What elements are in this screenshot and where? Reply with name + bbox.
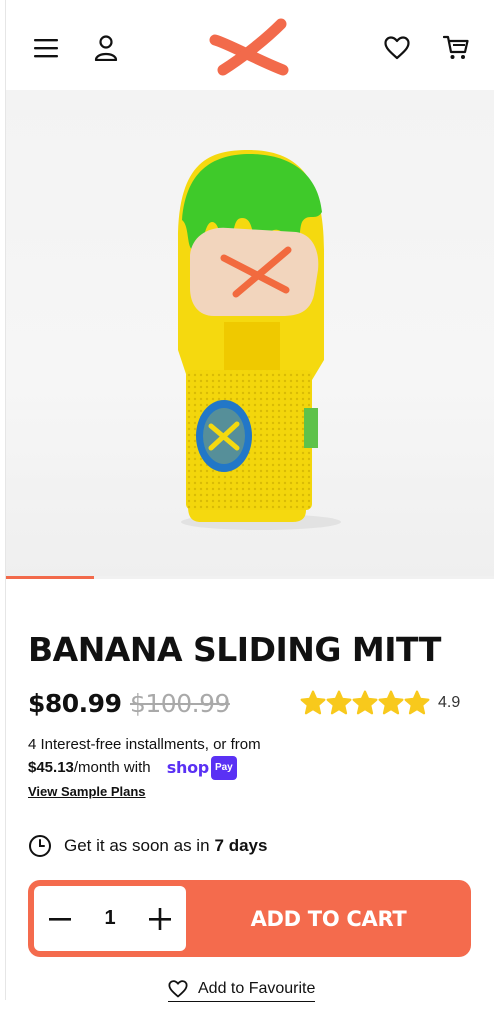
site-header bbox=[6, 0, 494, 90]
cart-button[interactable] bbox=[438, 30, 474, 66]
product-image[interactable] bbox=[6, 90, 494, 578]
star-icon bbox=[352, 690, 378, 715]
gallery-progress-fill bbox=[6, 576, 94, 579]
delivery-days: 7 days bbox=[214, 836, 268, 855]
account-button[interactable] bbox=[88, 30, 124, 66]
installment-amount: $45.13 bbox=[28, 758, 74, 776]
rating-stars bbox=[300, 690, 430, 716]
decrease-quantity-button[interactable] bbox=[48, 907, 72, 931]
heart-outline-icon bbox=[168, 980, 188, 998]
menu-icon bbox=[34, 39, 58, 58]
installments-suffix: /month with bbox=[73, 758, 151, 776]
add-to-favourite-label: Add to Favourite bbox=[198, 980, 316, 997]
star-icon bbox=[300, 690, 326, 715]
plus-icon bbox=[149, 907, 171, 930]
star-icon bbox=[378, 690, 404, 715]
quantity-stepper: 1 bbox=[34, 886, 186, 951]
compare-at-price: $100.99 bbox=[130, 689, 230, 718]
cart-icon bbox=[443, 35, 469, 59]
product-title: BANANA SLIDING MITT bbox=[28, 630, 441, 669]
account-icon bbox=[94, 35, 118, 61]
star-icon bbox=[326, 690, 352, 715]
view-sample-plans-link[interactable]: View Sample Plans bbox=[28, 784, 146, 799]
gallery-progress bbox=[6, 576, 494, 579]
delivery-text: Get it as soon as in bbox=[64, 836, 210, 855]
add-to-cart-bar: 1 ADD TO CART bbox=[28, 880, 471, 957]
product-rating[interactable]: 4.9 bbox=[300, 690, 460, 716]
installments-info: 4 Interest-free installments, or from $4… bbox=[28, 734, 328, 780]
delivery-estimate: Get it as soon as in 7 days bbox=[28, 834, 267, 858]
minus-icon bbox=[49, 917, 71, 921]
menu-button[interactable] bbox=[28, 30, 64, 66]
brand-logo-icon bbox=[209, 18, 289, 76]
product-price: $80.99 bbox=[28, 689, 122, 718]
shop-pay-logo: shop Pay bbox=[167, 756, 237, 780]
rating-value: 4.9 bbox=[438, 694, 461, 711]
brand-logo[interactable] bbox=[209, 14, 289, 80]
installments-text: 4 Interest-free installments, or from bbox=[28, 736, 261, 753]
add-to-favourite-link[interactable]: Add to Favourite bbox=[168, 980, 316, 1002]
add-to-cart-button[interactable]: ADD TO CART bbox=[186, 880, 471, 957]
wishlist-button[interactable] bbox=[379, 30, 415, 66]
shop-pay-badge: Pay bbox=[210, 756, 237, 780]
banana-mitt-illustration bbox=[178, 150, 341, 530]
quantity-value[interactable]: 1 bbox=[104, 907, 115, 930]
increase-quantity-button[interactable] bbox=[148, 907, 172, 931]
shop-pay-word: shop bbox=[166, 758, 209, 777]
star-icon bbox=[404, 690, 430, 715]
heart-icon bbox=[384, 36, 410, 60]
clock-icon bbox=[29, 835, 51, 857]
product-page: BANANA SLIDING MITT $80.99 $100.99 4.9 4… bbox=[6, 0, 494, 1017]
